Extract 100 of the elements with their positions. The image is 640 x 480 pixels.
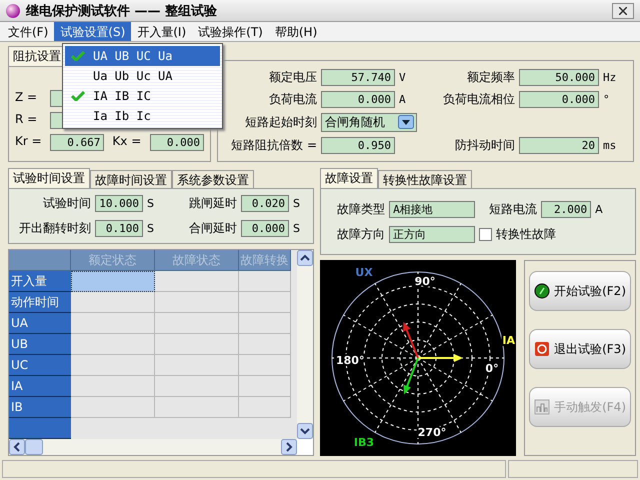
unit-label: Hz [603, 70, 618, 84]
field-label: R = [15, 112, 38, 128]
row-header: IA [9, 376, 71, 397]
table-cell[interactable] [239, 334, 291, 355]
tab[interactable]: 故障设置 [320, 168, 378, 188]
input-field[interactable]: 20 [519, 136, 599, 154]
angle-label: 90° [414, 275, 436, 288]
field-label: 额定频率 [466, 68, 515, 86]
row-header: 开入量 [9, 271, 71, 292]
field-label: 故障类型 [336, 200, 386, 218]
dropdown-field[interactable]: A相接地 [389, 200, 476, 218]
checkbox[interactable] [479, 228, 492, 240]
field-label: 负荷电流 [268, 90, 317, 108]
row-header: UA [9, 313, 71, 334]
input-field[interactable]: 2.000 [541, 200, 592, 218]
dropdown-field[interactable]: 正方向 [389, 226, 476, 242]
table-cell[interactable] [155, 355, 239, 376]
action-button[interactable]: 开始试验(F2) [529, 271, 631, 311]
row-header: UC [9, 355, 71, 376]
field-label: 负荷电流相位 [443, 90, 515, 108]
column-header: 故障状态 [155, 250, 239, 271]
scroll-thumb-icon [25, 439, 43, 455]
input-field[interactable]: 0.000 [150, 134, 204, 151]
field-label: 防抖动时间 [454, 136, 515, 154]
tab[interactable]: 试验时间设置 [8, 168, 90, 188]
menu-item[interactable]: 帮助(H) [268, 22, 324, 41]
tab[interactable]: 故障时间设置 [90, 170, 172, 188]
unit-label: S [293, 222, 301, 235]
tab[interactable]: 系统参数设置 [172, 170, 254, 188]
field-label: 短路阻抗倍数 = [230, 136, 317, 154]
field-label: Kr = [15, 134, 42, 150]
circle-icon [534, 283, 550, 299]
menu-option[interactable]: IA IB IC [65, 86, 220, 106]
table-cell[interactable] [71, 355, 155, 376]
angle-label: 270° [418, 426, 446, 439]
table-cell[interactable] [71, 292, 155, 313]
input-field[interactable]: 0.000 [241, 220, 289, 237]
menu-item[interactable]: 开入量(I) [131, 22, 192, 41]
input-field[interactable]: 0.000 [519, 90, 599, 108]
menu-option[interactable]: Ia Ib Ic [65, 106, 220, 126]
input-field[interactable]: 50.000 [519, 68, 599, 86]
dropdown-field[interactable]: 合闸角随机 [321, 112, 417, 132]
row-header [9, 418, 71, 439]
axis-label: UX [355, 266, 373, 279]
menu-option[interactable]: UA UB UC Ua [65, 46, 220, 66]
angle-label: 0° [486, 362, 499, 375]
input-field[interactable]: 0.000 [321, 90, 395, 108]
stop-icon [534, 341, 550, 357]
menu-item[interactable]: 文件(F) [2, 22, 54, 41]
table-cell[interactable] [71, 271, 155, 292]
input-field[interactable]: 0.100 [95, 220, 143, 237]
input-field[interactable]: 0.950 [321, 136, 395, 154]
table-cell[interactable] [155, 271, 239, 292]
close-icon [619, 6, 627, 14]
axis-label: IB3 [354, 436, 374, 449]
input-field[interactable]: 0.020 [241, 195, 289, 212]
close-button[interactable] [612, 2, 634, 18]
unit-label: V [399, 70, 407, 84]
unit-label: S [147, 197, 155, 210]
table-cell[interactable] [155, 313, 239, 334]
table-cell[interactable] [155, 397, 239, 418]
table-cell[interactable] [155, 292, 239, 313]
column-header: 额定状态 [71, 250, 155, 271]
field-label: Kx = [112, 134, 142, 150]
table-cell[interactable] [71, 313, 155, 334]
table-cell[interactable] [239, 376, 291, 397]
unit-label: S [147, 222, 155, 235]
menu-option[interactable]: Ua Ub Uc UA [65, 66, 220, 86]
field-label: 试验时间 [42, 195, 91, 212]
row-header: UB [9, 334, 71, 355]
field-label: 故障方向 [336, 226, 386, 242]
table-cell[interactable] [71, 397, 155, 418]
bar-chart-icon [534, 399, 550, 415]
header-cell [9, 250, 71, 271]
orb-icon [6, 4, 20, 18]
field-label: Z = [15, 90, 38, 106]
field-label: 开出翻转时刻 [18, 220, 91, 237]
unit-label: A [595, 202, 604, 216]
field-label: 短路起始时刻 [244, 114, 317, 130]
table-cell[interactable] [239, 355, 291, 376]
table-cell[interactable] [239, 397, 291, 418]
input-field[interactable]: 10.000 [95, 195, 143, 212]
table-cell[interactable] [71, 334, 155, 355]
input-field[interactable]: 0.667 [50, 134, 104, 151]
unit-label: A [399, 92, 407, 106]
table-cell[interactable] [239, 313, 291, 334]
input-field[interactable]: 57.740 [321, 68, 395, 86]
menu-item[interactable]: 试验设置(S) [54, 22, 132, 41]
menu-item[interactable]: 试验操作(T) [192, 22, 269, 41]
table-cell[interactable] [239, 271, 291, 292]
table-cell[interactable] [239, 292, 291, 313]
window-title: 继电保护测试软件 —— 整组试验 [26, 2, 218, 20]
unit-label: ms [603, 138, 618, 152]
table-cell[interactable] [71, 376, 155, 397]
action-button[interactable]: 退出试验(F3) [529, 329, 631, 369]
table-cell[interactable] [155, 334, 239, 355]
table-cell[interactable] [155, 376, 239, 397]
unit-label: ° [603, 92, 611, 106]
field-label: 跳闸延时 [188, 195, 237, 212]
tab[interactable]: 转换性故障设置 [378, 170, 472, 188]
